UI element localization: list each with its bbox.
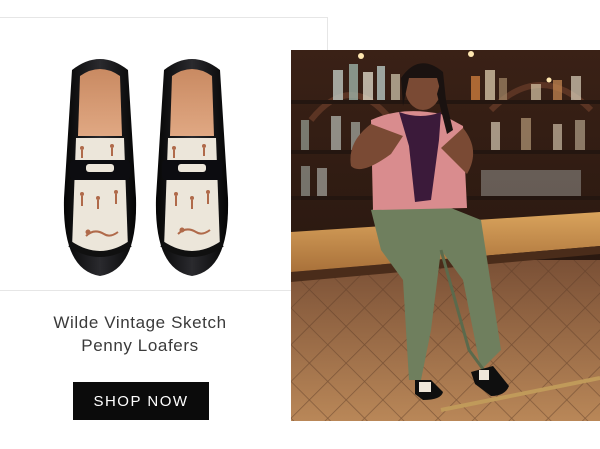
product-title-line-1[interactable]: Wilde Vintage Sketch [20,311,260,334]
product-title[interactable]: Wilde Vintage Sketch Penny Loafers [20,311,260,357]
email-promo-section: Wilde Vintage Sketch Penny Loafers SHOP … [0,0,600,449]
lifestyle-photo[interactable] [291,50,600,421]
loafers-product-image[interactable] [52,48,242,288]
lifestyle-scene [291,50,600,421]
product-card[interactable] [0,17,328,291]
product-title-line-2[interactable]: Penny Loafers [20,334,260,357]
shop-now-button[interactable]: SHOP NOW [73,382,209,420]
